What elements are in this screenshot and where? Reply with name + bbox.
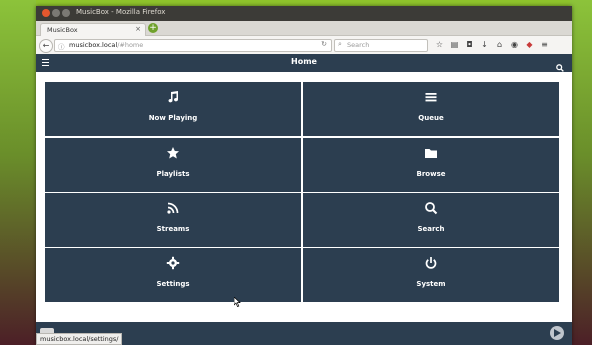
tile-browse[interactable]: Browse xyxy=(303,138,559,192)
tile-label: Settings xyxy=(156,280,190,288)
music-note-icon xyxy=(45,90,301,106)
search-placeholder: Search xyxy=(347,41,370,49)
window-title: MusicBox - Mozilla Firefox xyxy=(76,8,166,16)
download-icon[interactable]: ↓ xyxy=(477,39,492,51)
desktop-right xyxy=(570,0,592,345)
page-title: Home xyxy=(291,57,317,66)
search-icon xyxy=(303,201,559,217)
tile-streams[interactable]: Streams xyxy=(45,193,301,247)
tile-system[interactable]: System xyxy=(303,248,559,302)
site-info-icon[interactable]: ⓘ xyxy=(58,41,65,51)
url-text: musicbox.local/#home xyxy=(69,41,143,49)
title-bar: MusicBox - Mozilla Firefox xyxy=(36,6,572,21)
bookmarks-list-icon[interactable]: ▤ xyxy=(447,39,462,51)
window-close-button[interactable] xyxy=(42,9,50,17)
url-bar[interactable]: ⓘ musicbox.local/#home ↻ xyxy=(54,39,332,52)
tile-label: System xyxy=(416,280,446,288)
tile-label: Search xyxy=(417,225,445,233)
tab-strip: MusicBox × + xyxy=(36,21,572,36)
header-search-icon[interactable] xyxy=(556,57,564,76)
rss-icon xyxy=(45,201,301,217)
desktop-left xyxy=(0,0,36,345)
list-icon xyxy=(303,90,559,106)
toolbar-icons: ☆ ▤ ◘ ↓ ⌂ ◉ ◆ ≡ xyxy=(432,39,552,51)
tab-label: MusicBox xyxy=(47,26,78,34)
tile-label: Streams xyxy=(156,225,190,233)
reload-icon[interactable]: ↻ xyxy=(321,40,327,48)
star-icon xyxy=(45,146,301,162)
home-icon[interactable]: ⌂ xyxy=(492,39,507,51)
play-button[interactable] xyxy=(550,326,564,340)
tile-label: Queue xyxy=(418,114,444,122)
folder-icon xyxy=(303,146,559,162)
bookmark-star-icon[interactable]: ☆ xyxy=(432,39,447,51)
tile-settings[interactable]: Settings xyxy=(45,248,301,302)
navigation-bar: ← ⓘ musicbox.local/#home ↻ ⌕ Search ☆ ▤ … xyxy=(36,36,572,55)
hamburger-menu-icon[interactable]: ≡ xyxy=(537,39,552,51)
tile-queue[interactable]: Queue xyxy=(303,82,559,136)
back-button[interactable]: ← xyxy=(39,39,53,53)
menu-grid: Now Playing Queue Playlists Browse Strea… xyxy=(45,82,559,302)
app-header: Home xyxy=(36,54,572,72)
tile-label: Browse xyxy=(416,170,446,178)
tab-musicbox[interactable]: MusicBox × xyxy=(40,23,146,36)
mouse-cursor-icon xyxy=(234,297,241,307)
browser-window: MusicBox - Mozilla Firefox MusicBox × + … xyxy=(36,6,572,345)
new-tab-button[interactable]: + xyxy=(148,23,158,33)
url-host: musicbox.local xyxy=(69,41,118,49)
extension-icon[interactable]: ◆ xyxy=(522,39,537,51)
tile-now-playing[interactable]: Now Playing xyxy=(45,82,301,136)
window-minimize-button[interactable] xyxy=(52,9,60,17)
status-bar-url: musicbox.local/settings/ xyxy=(36,333,123,345)
gear-icon xyxy=(45,256,301,272)
power-icon xyxy=(303,256,559,272)
addon-icon[interactable]: ◉ xyxy=(507,39,522,51)
window-maximize-button[interactable] xyxy=(62,9,70,17)
musicbox-app: Home Now Playing Queue Playlists Browse … xyxy=(36,54,572,345)
tile-label: Now Playing xyxy=(148,114,198,122)
search-bar[interactable]: ⌕ Search xyxy=(334,39,428,52)
pocket-icon[interactable]: ◘ xyxy=(462,39,477,51)
tile-search[interactable]: Search xyxy=(303,193,559,247)
url-path: /#home xyxy=(117,41,144,49)
tab-close-icon[interactable]: × xyxy=(135,25,141,33)
search-bar-icon: ⌕ xyxy=(338,40,342,48)
play-icon xyxy=(554,329,561,337)
tile-playlists[interactable]: Playlists xyxy=(45,138,301,192)
tile-label: Playlists xyxy=(156,170,190,178)
